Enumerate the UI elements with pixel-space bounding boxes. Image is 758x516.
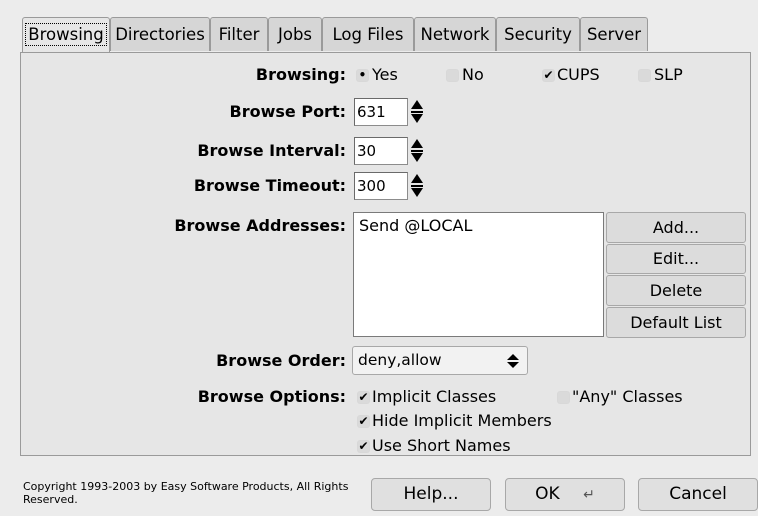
check-icon: ✔ — [357, 414, 370, 428]
browse-addresses-label: Browse Addresses: — [174, 216, 346, 235]
down-arrow-icon — [411, 114, 423, 123]
checkbox-empty-icon — [638, 69, 651, 82]
tab-label: Browsing — [25, 23, 107, 46]
radio-no-label: No — [462, 65, 484, 84]
browse-order-select[interactable]: deny,allow — [352, 346, 528, 375]
browse-interval-label: Browse Interval: — [197, 141, 346, 160]
browse-addresses-list[interactable]: Send @LOCAL — [353, 212, 604, 337]
add-button[interactable]: Add... — [606, 212, 746, 243]
implicit-classes-label: Implicit Classes — [372, 387, 497, 406]
edit-button[interactable]: Edit... — [606, 244, 746, 274]
tab-browsing[interactable]: Browsing — [22, 17, 110, 53]
check-icon: ✔ — [357, 439, 370, 453]
browse-port-label: Browse Port: — [229, 102, 346, 121]
browse-interval-input[interactable]: 30 — [354, 137, 408, 165]
tab-log-files[interactable]: Log Files — [322, 17, 414, 51]
down-arrow-icon — [411, 188, 423, 197]
tab-label: Log Files — [332, 25, 404, 44]
cups-label: CUPS — [557, 65, 600, 84]
enter-key-icon: ↵ — [583, 487, 595, 503]
slp-label: SLP — [654, 65, 683, 84]
tab-label: Directories — [115, 25, 205, 44]
check-icon: ✔ — [542, 68, 555, 82]
up-arrow-icon — [411, 100, 423, 109]
browse-timeout-spinner[interactable] — [410, 172, 424, 200]
tab-server[interactable]: Server — [580, 17, 648, 51]
checkbox-empty-icon — [557, 391, 570, 404]
browse-interval-spinner[interactable] — [410, 137, 424, 165]
tab-label: Filter — [218, 25, 260, 44]
any-classes-label: "Any" Classes — [572, 387, 683, 406]
short-names-label: Use Short Names — [372, 436, 511, 455]
cancel-button[interactable]: Cancel — [638, 478, 758, 511]
browse-port-spinner[interactable] — [410, 98, 424, 126]
ok-button[interactable]: OK ↵ — [505, 478, 625, 511]
hide-implicit-label: Hide Implicit Members — [372, 411, 552, 430]
delete-button[interactable]: Delete — [606, 275, 746, 306]
tab-label: Jobs — [277, 25, 313, 44]
browse-order-label: Browse Order: — [216, 351, 346, 370]
browse-timeout-label: Browse Timeout: — [193, 176, 346, 195]
radio-dot-icon: • — [356, 69, 369, 82]
up-arrow-icon — [411, 174, 423, 183]
browsing-label: Browsing: — [255, 65, 346, 84]
browse-options-label: Browse Options: — [197, 387, 346, 406]
radio-yes-label: Yes — [372, 65, 398, 84]
tab-network[interactable]: Network — [414, 17, 496, 51]
check-icon: ✔ — [357, 390, 370, 404]
tab-label: Security — [504, 25, 572, 44]
browse-timeout-input[interactable]: 300 — [354, 172, 408, 200]
tab-label: Server — [586, 25, 642, 44]
tab-filter[interactable]: Filter — [210, 17, 268, 51]
browse-port-input[interactable]: 631 — [354, 98, 408, 126]
ok-label: OK — [535, 484, 560, 504]
default-list-button[interactable]: Default List — [606, 307, 746, 338]
copyright-text: Copyright 1993-2003 by Easy Software Pro… — [23, 480, 349, 506]
tab-directories[interactable]: Directories — [110, 17, 210, 51]
down-arrow-icon — [411, 153, 423, 162]
list-item[interactable]: Send @LOCAL — [359, 215, 598, 237]
updown-arrows-icon — [507, 354, 519, 368]
tab-security[interactable]: Security — [496, 17, 580, 51]
up-arrow-icon — [411, 139, 423, 148]
tab-jobs[interactable]: Jobs — [268, 17, 322, 51]
tab-label: Network — [420, 25, 490, 44]
help-button[interactable]: Help... — [371, 478, 491, 511]
radio-empty-icon — [446, 69, 459, 82]
browse-order-value: deny,allow — [358, 351, 442, 369]
